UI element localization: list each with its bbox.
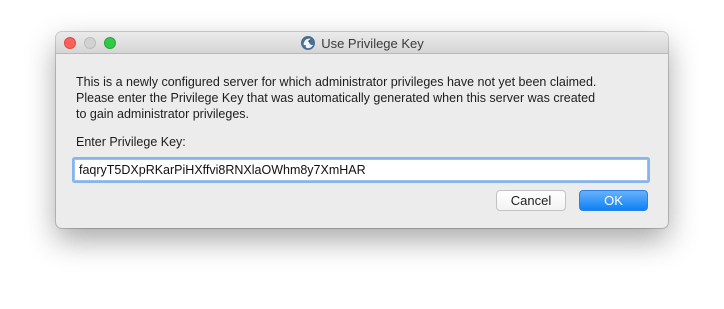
cancel-button[interactable]: Cancel [496, 190, 566, 211]
title-bar[interactable]: Use Privilege Key [56, 32, 668, 54]
dialog-message: This is a newly configured server for wh… [76, 75, 597, 121]
title-group: Use Privilege Key [56, 32, 668, 54]
teamspeak-icon [300, 35, 316, 51]
privilege-key-input[interactable] [74, 159, 648, 181]
window-title: Use Privilege Key [321, 35, 424, 51]
ok-button[interactable]: OK [579, 190, 648, 211]
privilege-key-label: Enter Privilege Key: [76, 135, 186, 149]
privilege-key-dialog: Use Privilege Key This is a newly config… [56, 32, 668, 228]
